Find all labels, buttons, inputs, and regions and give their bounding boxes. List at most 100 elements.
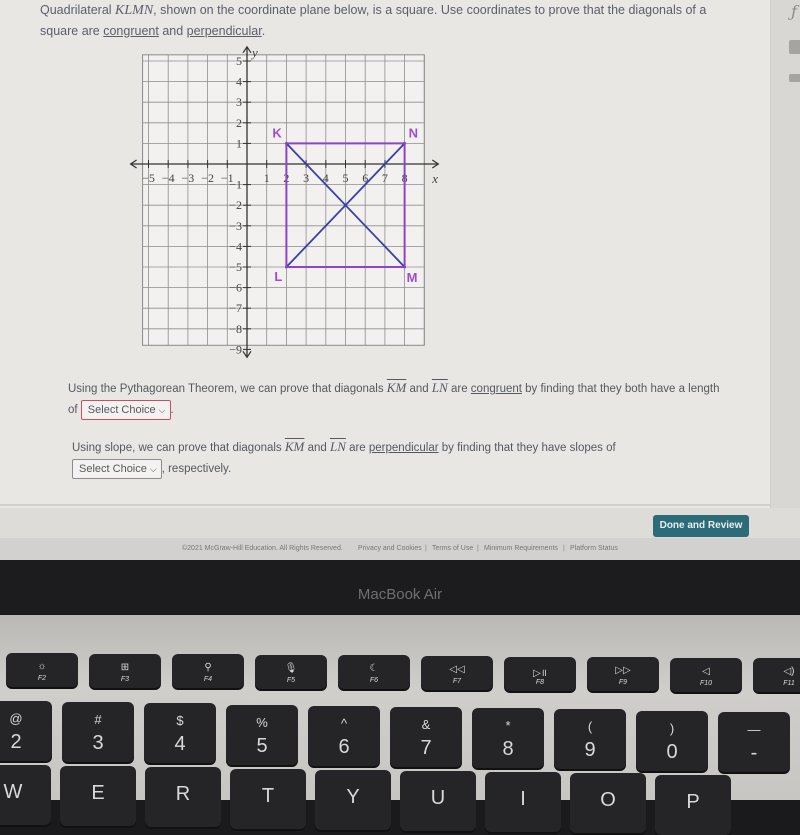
question-perpendicular: Using slope, we can prove that diagonals…	[72, 436, 672, 480]
congruent-term-link[interactable]: congruent	[103, 24, 159, 38]
vertex-label-k: K	[272, 125, 282, 140]
key-6[interactable]: ^ 6	[308, 705, 380, 766]
function-icon: ☾	[369, 663, 379, 675]
key-letter: Y	[346, 785, 360, 808]
key-u[interactable]: U	[400, 771, 476, 831]
key-f3[interactable]: ⊞ F3	[89, 653, 161, 688]
length-select[interactable]: Select Choice ⌵	[80, 400, 171, 420]
x-tick-label: −3	[182, 171, 195, 185]
toolbar-button[interactable]	[789, 40, 800, 54]
key-letter: O	[600, 789, 616, 812]
function-icon: ⊞	[120, 661, 130, 673]
slopes-select[interactable]: Select Choice ⌵	[72, 459, 162, 479]
toolbar-button[interactable]	[789, 74, 800, 82]
divider	[0, 504, 770, 506]
segment-ln: LN	[329, 439, 346, 454]
key-9[interactable]: (9	[554, 709, 626, 770]
key-number: 5	[256, 734, 268, 757]
key-8[interactable]: * 8	[472, 708, 544, 769]
keyboard: ☼ F2 ⊞ F3 ⚲ F4 🎙 F5 ☾ F6 ◁◁ F7 ▷॥ F8 ▷▷ F9 ◁ F10 ◁) F11 @2 #3…	[0, 615, 800, 835]
key-0[interactable]: ) 0	[636, 710, 708, 771]
key-symbol: )	[669, 720, 675, 736]
key-w[interactable]: W	[0, 765, 51, 825]
key-symbol: —	[747, 721, 761, 737]
key-4[interactable]: $4	[144, 703, 216, 764]
q1-text: are	[447, 383, 471, 395]
prompt-text: Quadrilateral	[40, 3, 116, 17]
key-f6[interactable]: ☾ F6	[338, 655, 410, 690]
key-f11[interactable]: ◁) F11	[753, 658, 800, 693]
key-number: 8	[502, 738, 514, 761]
x-tick-label: 1	[264, 171, 270, 185]
y-tick-label: −4	[229, 239, 242, 253]
key-e[interactable]: E	[60, 766, 136, 827]
key-f7[interactable]: ◁◁ F7	[421, 656, 493, 690]
segment-km: KM	[386, 380, 407, 395]
grid-background	[142, 54, 425, 346]
key-f5[interactable]: 🎙 F5	[255, 654, 327, 689]
q2-text: and	[304, 442, 330, 454]
key-letter: E	[91, 782, 105, 805]
key-label: F10	[699, 679, 713, 687]
key-label: F9	[618, 679, 628, 687]
perpendicular-term-link[interactable]: perpendicular	[187, 24, 262, 38]
y-tick-label: −2	[229, 198, 242, 212]
key-p[interactable]: P	[655, 774, 731, 835]
legal-bar: ©2021 McGraw-Hill Education. All Rights …	[0, 538, 800, 560]
x-tick-label: 3	[303, 171, 309, 185]
key-3[interactable]: #3	[62, 702, 134, 763]
key-t[interactable]: T	[230, 768, 306, 829]
privacy-link[interactable]: Privacy and Cookies	[358, 545, 422, 552]
y-tick-label: 3	[236, 95, 242, 109]
key-symbol: @	[9, 711, 23, 726]
key-number: -	[750, 741, 758, 764]
q1-text: and	[406, 383, 432, 395]
vertex-label-m: M	[407, 270, 418, 285]
function-icon: ☼	[37, 661, 47, 672]
congruent-term-link[interactable]: congruent	[471, 383, 522, 395]
key-r[interactable]: R	[145, 767, 221, 828]
function-icon: ▷॥	[533, 667, 547, 679]
y-tick-label: −9	[229, 342, 242, 356]
key-number: 6	[338, 735, 350, 758]
coordinate-plane: −5 −4 −3 −2 −1 1 2 3 4 5 6 7 854321−1−2−3−4−5−6−7−8−…	[129, 45, 440, 359]
key-label: F11	[783, 680, 795, 688]
q2-text: by finding that they have slopes of	[438, 442, 616, 454]
platform-status-link[interactable]: Platform Status	[570, 545, 618, 552]
key-f10[interactable]: ◁ F10	[670, 657, 742, 692]
vertex-k	[284, 141, 288, 145]
minimum-requirements-link[interactable]: Minimum Requirements	[484, 545, 558, 552]
key-2[interactable]: @2	[0, 701, 52, 761]
key-7[interactable]: & 7	[390, 707, 462, 767]
footer: Done and Review ©2021 McGraw-Hill Educat…	[0, 508, 800, 560]
key-f9[interactable]: ▷▷ F9	[587, 657, 659, 692]
shape-name: KLMN	[115, 3, 154, 18]
x-tick-label: −5	[142, 171, 155, 185]
vertex-m	[403, 265, 407, 269]
question-prompt: Quadrilateral KLMN, shown on the coordin…	[40, 0, 740, 41]
formula-icon[interactable]: ƒ	[791, 2, 797, 21]
done-and-review-button[interactable]: Done and Review	[653, 515, 749, 537]
function-icon: 🎙	[284, 662, 298, 674]
key-o[interactable]: O	[570, 773, 646, 834]
key-f4[interactable]: ⚲ F4	[172, 654, 244, 689]
key-symbol: *	[505, 718, 511, 734]
function-icon: ◁	[702, 665, 710, 677]
key-symbol: $	[176, 713, 184, 729]
key-i[interactable]: I	[485, 772, 561, 833]
q2-text: , respectively.	[161, 463, 232, 476]
terms-link[interactable]: Terms of Use	[432, 545, 473, 552]
vertex-l	[284, 265, 288, 269]
key-5[interactable]: % 5	[226, 704, 298, 765]
key--[interactable]: — -	[718, 711, 790, 772]
perpendicular-term-link[interactable]: perpendicular	[369, 442, 439, 454]
key-label: F5	[286, 676, 296, 684]
key-f8[interactable]: ▷॥ F8	[504, 656, 576, 691]
key-f2[interactable]: ☼ F2	[6, 653, 78, 687]
key-letter: T	[261, 784, 275, 807]
key-letter: U	[430, 787, 446, 809]
key-number: 2	[10, 731, 22, 753]
prompt-text: and	[158, 24, 187, 38]
vertex-label-n: N	[409, 125, 418, 140]
question-congruent: Using the Pythagorean Theorem, we can pr…	[68, 377, 728, 421]
